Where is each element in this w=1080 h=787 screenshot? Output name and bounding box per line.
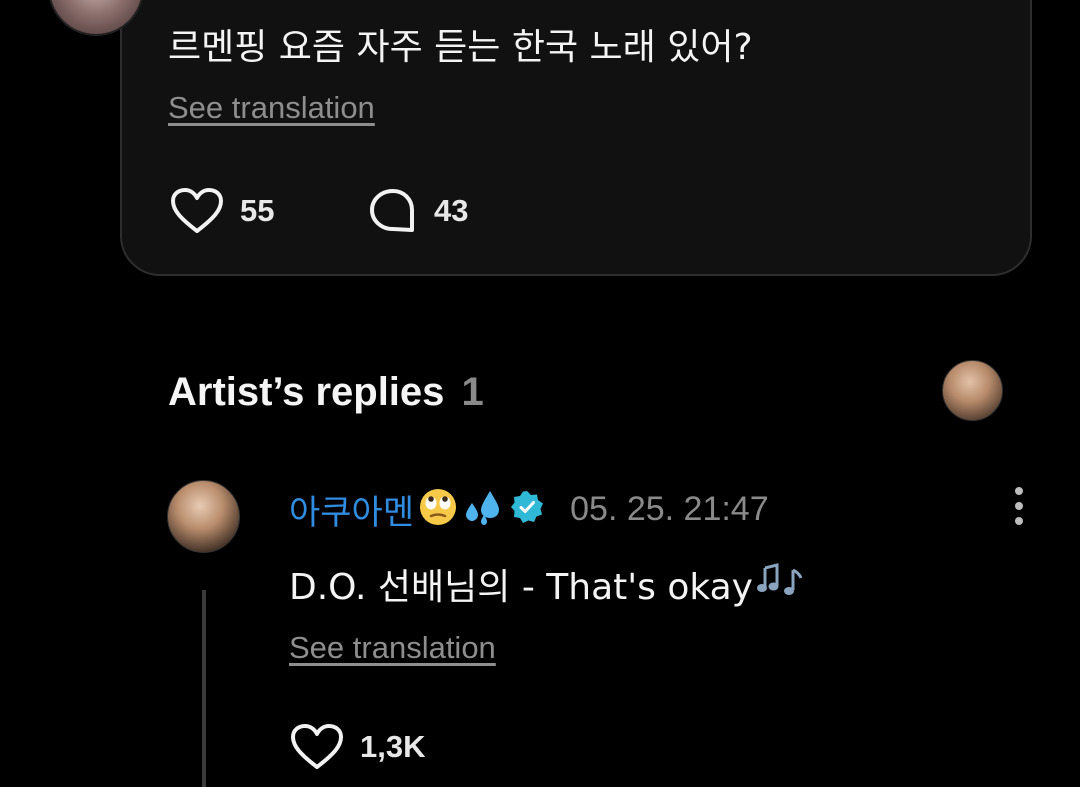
- verified-badge-icon: [510, 490, 544, 529]
- more-vertical-icon[interactable]: [1008, 486, 1030, 528]
- reply-text-row: D.O. 선배님의 - That's okay: [289, 558, 805, 610]
- rolling-eyes-emoji: [418, 487, 458, 532]
- speech-bubble-icon: [370, 189, 414, 232]
- see-translation-link[interactable]: See translation: [168, 90, 375, 126]
- post-like-button[interactable]: 55: [170, 187, 274, 235]
- reply-timestamp: 05. 25. 21:47: [570, 490, 769, 528]
- reply-like-count: 1,3K: [360, 729, 426, 764]
- reply-author-avatar[interactable]: [167, 480, 240, 553]
- post-like-count: 55: [240, 193, 275, 228]
- reply-header: 아쿠아멘 05. 25. 21:47: [289, 485, 769, 534]
- reply-like-button[interactable]: 1,3K: [290, 723, 425, 771]
- thread-line: [202, 590, 206, 787]
- post-comment-button[interactable]: 43: [368, 187, 468, 235]
- reply-see-translation-link[interactable]: See translation: [289, 630, 496, 666]
- post-text: 르멘핑 요즘 자주 듣는 한국 노래 있어?: [168, 27, 753, 68]
- artist-replies-title: Artist’s replies: [168, 370, 445, 414]
- reply-text: D.O. 선배님의 - That's okay: [289, 567, 753, 608]
- artist-replies-heading: Artist’s replies 1: [168, 370, 484, 415]
- reply-username[interactable]: 아쿠아멘: [289, 485, 414, 534]
- artist-replies-count: 1: [461, 370, 484, 414]
- music-notes-emoji: [755, 560, 805, 609]
- artist-avatar-small[interactable]: [942, 360, 1003, 421]
- sweat-droplets-emoji: [462, 487, 502, 532]
- heart-outline-icon: [291, 724, 343, 769]
- post-comment-count: 43: [434, 193, 469, 228]
- heart-outline-icon: [171, 188, 223, 233]
